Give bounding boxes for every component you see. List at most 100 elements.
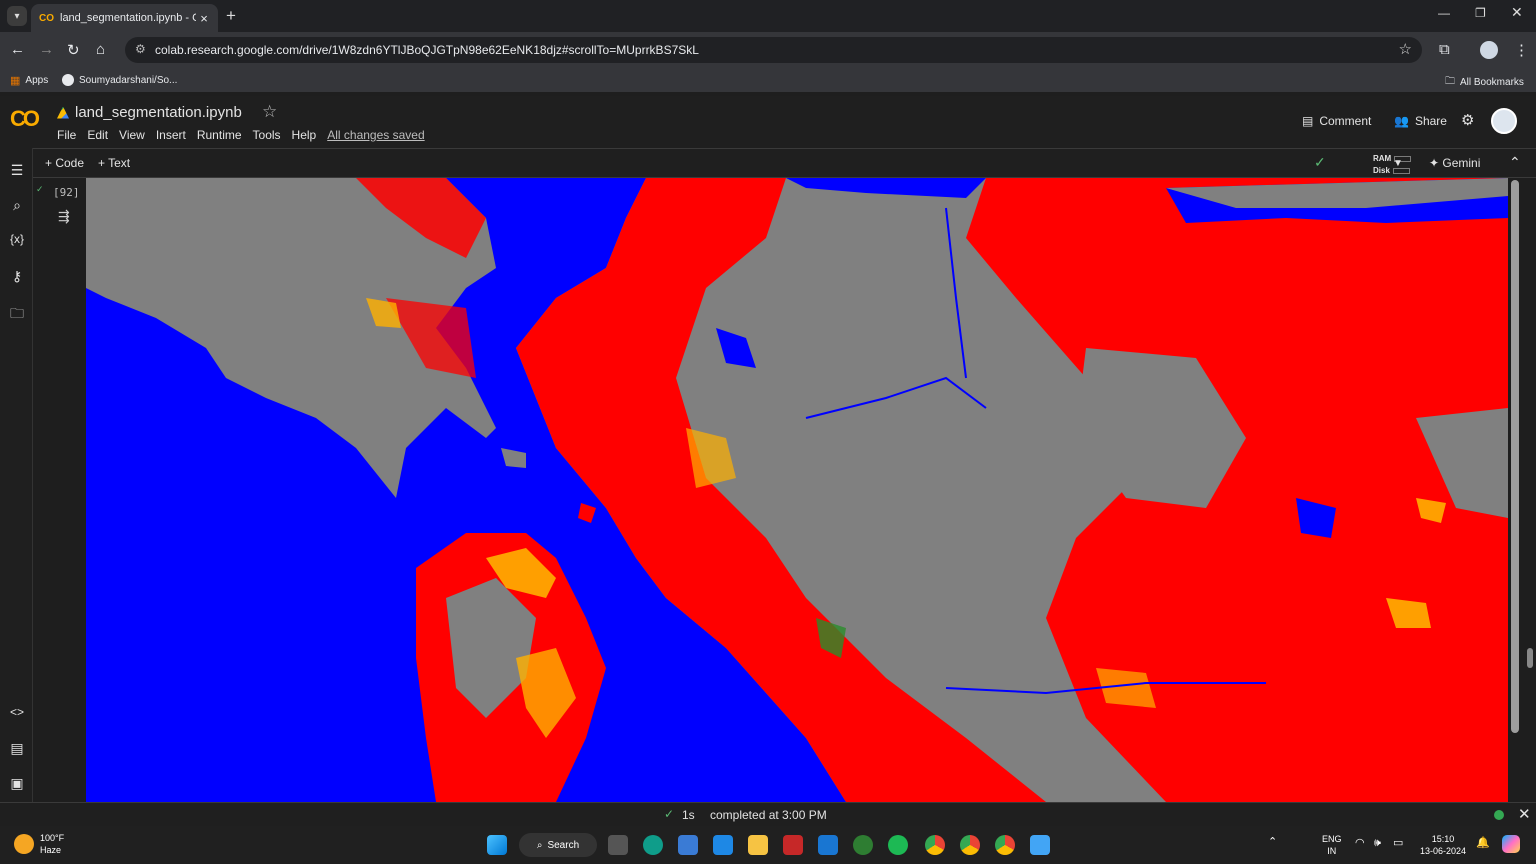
table-of-contents-icon[interactable]: ☰ (7, 162, 27, 179)
clock[interactable]: 15:10 13-06-2024 (1420, 833, 1466, 857)
gemini-sparkle-icon: ✦ (1429, 156, 1443, 170)
bookmark-github[interactable]: Soumyadarshani/So... (62, 74, 177, 86)
mail-icon[interactable] (713, 835, 733, 855)
connected-check-icon: ✓ (1314, 154, 1326, 170)
search-icon[interactable]: ⌕ (7, 197, 27, 214)
todo-icon[interactable] (818, 835, 838, 855)
home-icon[interactable]: ⌂ (96, 41, 105, 58)
active-tab[interactable]: CO land_segmentation.ipynb - Cola × (31, 4, 218, 32)
site-info-icon[interactable]: ⚙ (135, 42, 146, 56)
star-notebook-icon[interactable]: ☆ (262, 102, 277, 122)
runtime-status-dot (1494, 810, 1504, 820)
edge-icon[interactable] (643, 835, 663, 855)
start-button[interactable] (487, 835, 507, 855)
gemini-button[interactable]: ✦ Gemini (1429, 156, 1480, 170)
code-snippets-icon[interactable]: <> (7, 705, 27, 719)
variables-icon[interactable]: {x} (7, 232, 27, 246)
file-explorer-icon[interactable] (748, 835, 768, 855)
language-indicator[interactable]: ENG IN (1322, 833, 1342, 857)
minimize-button[interactable]: — (1438, 6, 1450, 20)
menu-tools[interactable]: Tools (253, 128, 281, 142)
chrome-profile-icon[interactable] (960, 835, 980, 855)
volume-icon[interactable]: 🕪 (1374, 837, 1381, 849)
menu-insert[interactable]: Insert (156, 128, 186, 142)
bookmark-label: Apps (25, 75, 49, 86)
segmentation-map-svg (86, 178, 1508, 802)
output-actions-icon[interactable]: ⇶ (58, 208, 70, 225)
plus-icon: + (45, 156, 56, 170)
plus-icon: + (98, 156, 109, 170)
weather-widget[interactable]: 100°F Haze (14, 832, 64, 856)
add-code-label: Code (55, 156, 85, 170)
address-bar[interactable]: ⚙ colab.research.google.com/drive/1W8zdn… (125, 37, 1422, 63)
collapse-header-icon[interactable]: ⌃ (1509, 154, 1521, 171)
chrome-icon[interactable] (925, 835, 945, 855)
xbox-icon[interactable] (853, 835, 873, 855)
restore-button[interactable]: ❐ (1475, 6, 1486, 20)
execution-duration: 1s (682, 808, 695, 822)
back-icon[interactable]: ← (10, 41, 25, 58)
menu-runtime[interactable]: Runtime (197, 128, 242, 142)
tray-overflow-icon[interactable]: ⌃ (1268, 836, 1277, 848)
forward-icon[interactable]: → (39, 41, 54, 58)
notebook-scroll-thumb[interactable] (1527, 648, 1533, 668)
photos-icon[interactable] (1030, 835, 1050, 855)
weather-condition: Haze (40, 845, 62, 855)
spotify-icon[interactable] (888, 835, 908, 855)
secrets-key-icon[interactable]: ⚷ (7, 268, 27, 285)
comment-label: Comment (1319, 114, 1372, 128)
add-text-label: Text (108, 156, 131, 170)
tab-title: land_segmentation.ipynb - Cola (60, 12, 196, 24)
close-status-icon[interactable]: ✕ (1518, 805, 1531, 823)
all-bookmarks[interactable]: 🗀 All Bookmarks (1445, 74, 1524, 91)
temperature: 100°F (40, 833, 65, 843)
terminal-icon[interactable]: ▣ (7, 775, 27, 792)
comment-button[interactable]: ▤ Comment (1302, 114, 1371, 128)
bookmark-apps[interactable]: ▦ Apps (10, 74, 48, 87)
notebook-scrollbar[interactable] (1524, 178, 1536, 802)
notebook-title[interactable]: land_segmentation.ipynb (57, 104, 242, 121)
battery-icon[interactable]: ▭ (1393, 837, 1403, 849)
execution-count[interactable]: [92] (53, 186, 80, 199)
add-text-button[interactable]: + Text (98, 156, 130, 170)
wifi-icon[interactable]: ◠ (1355, 837, 1365, 849)
app-icon[interactable] (783, 835, 803, 855)
output-scroll-thumb[interactable] (1511, 180, 1519, 733)
profile-avatar[interactable] (1480, 41, 1498, 59)
close-tab-icon[interactable]: × (196, 11, 212, 26)
files-folder-icon[interactable]: 🗀 (7, 303, 27, 327)
runtime-dropdown-icon[interactable]: ▼ (1393, 158, 1403, 169)
gemini-label: Gemini (1442, 156, 1481, 170)
language: ENG (1322, 834, 1342, 844)
close-window-button[interactable]: ✕ (1511, 4, 1523, 21)
browser-menu-icon[interactable]: ⋮ (1514, 41, 1529, 59)
chrome-profile-icon[interactable] (995, 835, 1015, 855)
menu-file[interactable]: File (57, 128, 76, 142)
folder-icon: 🗀 (1445, 76, 1455, 87)
task-view-icon[interactable] (608, 835, 628, 855)
extensions-icon[interactable]: ⧉ (1439, 41, 1450, 58)
bookmark-star-icon[interactable]: ☆ (1399, 40, 1412, 58)
taskbar-search[interactable]: ⌕ Search (519, 833, 597, 857)
copilot-icon[interactable] (1502, 835, 1520, 853)
tab-search-button[interactable]: ▾ (7, 6, 27, 26)
settings-gear-icon[interactable]: ⚙ (1461, 111, 1474, 129)
save-status[interactable]: All changes saved (327, 128, 424, 142)
menu-view[interactable]: View (119, 128, 145, 142)
cell-run-check-icon: ✓ (36, 184, 44, 194)
add-code-button[interactable]: + Code (45, 156, 84, 170)
share-button[interactable]: 👥 Share (1394, 114, 1447, 128)
share-label: Share (1414, 114, 1447, 128)
menu-help[interactable]: Help (292, 128, 317, 142)
new-tab-button[interactable]: + (226, 6, 236, 26)
command-palette-icon[interactable]: ▤ (7, 740, 27, 757)
user-avatar[interactable] (1491, 108, 1517, 134)
colab-logo[interactable]: CO (10, 106, 40, 132)
notification-bell-icon[interactable]: 🔔 (1476, 837, 1490, 849)
reload-icon[interactable]: ↻ (67, 41, 80, 59)
search-label: Search (547, 839, 580, 851)
all-bookmarks-label: All Bookmarks (1460, 77, 1524, 88)
menu-edit[interactable]: Edit (87, 128, 108, 142)
output-scrollbar[interactable] (1508, 178, 1522, 802)
store-icon[interactable] (678, 835, 698, 855)
